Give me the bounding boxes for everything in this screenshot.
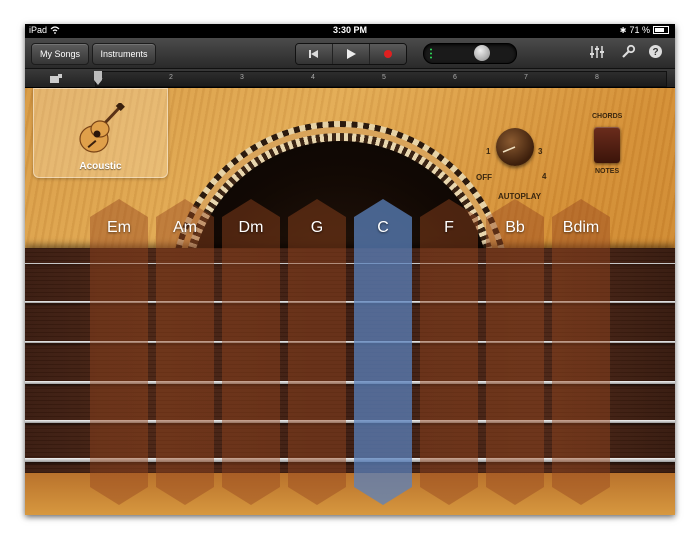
autoplay-label: AUTOPLAY <box>498 192 542 201</box>
instruments-button[interactable]: Instruments <box>92 43 156 65</box>
chord-label: F <box>444 219 454 236</box>
chord-label: Bdim <box>562 219 600 236</box>
svg-text:?: ? <box>652 47 658 58</box>
status-time: 3:30 PM <box>332 25 367 35</box>
notes-label: NOTES <box>595 168 620 175</box>
chord-strip-am[interactable] <box>156 199 214 505</box>
help-icon[interactable]: ? <box>648 44 663 62</box>
garageband-screen: iPad 3:30 PM ✱ 71 % My Songs Instruments <box>25 24 675 515</box>
bluetooth-icon: ✱ <box>619 25 627 35</box>
volume-slider-knob[interactable] <box>474 45 490 61</box>
chord-label: Em <box>107 219 131 236</box>
ruler-mark: 5 <box>382 74 386 81</box>
chord-label: Bb <box>505 219 525 236</box>
chord-label: Dm <box>238 219 264 236</box>
chord-strip-c[interactable] <box>354 199 412 505</box>
my-songs-button[interactable]: My Songs <box>31 43 89 65</box>
timeline-track[interactable]: 1 2 3 4 5 6 7 8 <box>94 71 667 87</box>
instrument-selector[interactable]: Acoustic <box>33 88 168 178</box>
chord-strip-bb[interactable] <box>486 199 544 505</box>
ruler-mark: 6 <box>453 74 457 81</box>
instrument-name: Acoustic <box>79 161 122 172</box>
record-button[interactable] <box>370 44 406 64</box>
wrench-icon[interactable] <box>620 44 636 63</box>
chord-label: G <box>310 219 324 236</box>
chord-strip-bdim[interactable] <box>552 199 610 505</box>
volume-slider[interactable] <box>423 43 517 64</box>
acoustic-guitar-icon <box>79 103 125 153</box>
chord-strip-em[interactable] <box>90 199 148 505</box>
playhead-icon[interactable] <box>94 71 102 86</box>
chords-label: CHORDS <box>592 113 623 120</box>
battery-icon <box>653 26 669 34</box>
autoplay-knob[interactable] <box>496 128 534 166</box>
timeline-ruler[interactable]: 1 2 3 4 5 6 7 8 <box>25 69 675 88</box>
autoplay-3-label: 3 <box>538 147 543 156</box>
mixer-icon[interactable] <box>589 44 605 63</box>
battery-fill <box>655 28 664 32</box>
ruler-mark: 2 <box>169 74 173 81</box>
ruler-mark: 8 <box>595 74 599 81</box>
status-right: ✱ 71 % <box>620 25 669 35</box>
autoplay-off-label: OFF <box>476 173 492 182</box>
autoplay-4-label: 4 <box>542 172 547 181</box>
play-icon <box>347 49 356 59</box>
record-icon <box>384 50 392 58</box>
autoplay-1-label: 1 <box>486 147 491 156</box>
play-button[interactable] <box>333 44 370 64</box>
transport-controls <box>295 43 407 65</box>
status-bar: iPad 3:30 PM ✱ 71 % <box>25 24 675 38</box>
rewind-icon <box>309 50 318 58</box>
ruler-mark: 7 <box>524 74 528 81</box>
ruler-mark: 4 <box>311 74 315 81</box>
chord-strip-f[interactable] <box>420 199 478 505</box>
chords-notes-switch[interactable] <box>594 127 620 163</box>
rewind-button[interactable] <box>296 44 333 64</box>
chord-strip-dm[interactable] <box>222 199 280 505</box>
ruler-mark: 3 <box>240 74 244 81</box>
chord-strip-g[interactable] <box>288 199 346 505</box>
chord-label: C <box>377 219 389 236</box>
battery-percent: 71 % <box>629 25 650 35</box>
guitar-body: Acoustic OFF 1 2 3 4 AUTOPLAY CHORDS NOT… <box>25 88 675 515</box>
toolbar: My Songs Instruments ? <box>25 38 675 69</box>
knob-indicator <box>502 146 516 153</box>
chord-label: Am <box>173 219 197 236</box>
level-meter-icon <box>430 48 432 59</box>
